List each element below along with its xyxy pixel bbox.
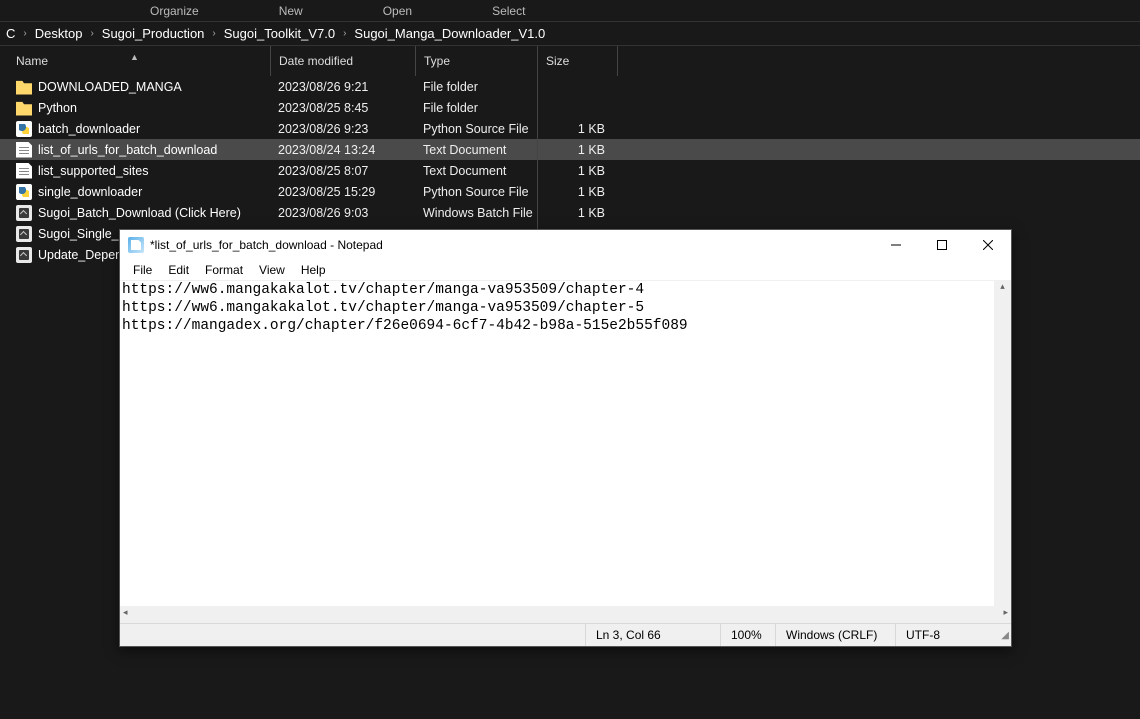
toolbar-organize[interactable]: Organize	[0, 4, 239, 18]
menu-help[interactable]: Help	[294, 262, 333, 278]
sort-ascending-icon: ▲	[130, 52, 139, 62]
toolbar-new[interactable]: New	[239, 4, 343, 18]
horizontal-scrollbar[interactable]	[120, 606, 1011, 623]
file-size: 1 KB	[537, 202, 617, 223]
header-type[interactable]: Type	[415, 46, 537, 76]
file-date: 2023/08/26 9:03	[270, 202, 415, 223]
status-encoding: UTF-8	[895, 624, 995, 646]
minimize-button[interactable]	[873, 230, 919, 260]
close-button[interactable]	[965, 230, 1011, 260]
file-date: 2023/08/26 9:21	[270, 76, 415, 97]
notepad-body: https://ww6.mangakakalot.tv/chapter/mang…	[120, 280, 1011, 623]
file-name: Python	[38, 101, 77, 115]
file-name: DOWNLOADED_MANGA	[38, 80, 182, 94]
file-name: list_supported_sites	[38, 164, 148, 178]
chevron-right-icon: ›	[21, 28, 28, 39]
breadcrumb-segment[interactable]: C	[0, 26, 21, 41]
file-date: 2023/08/26 9:23	[270, 118, 415, 139]
chevron-right-icon: ›	[210, 28, 217, 39]
menu-view[interactable]: View	[252, 262, 292, 278]
table-row[interactable]: Python 2023/08/25 8:45File folder	[0, 97, 1140, 118]
bat-icon	[16, 226, 32, 242]
py-icon	[16, 121, 32, 137]
file-type: File folder	[415, 76, 537, 97]
file-type: Text Document	[415, 139, 537, 160]
table-row[interactable]: single_downloader 2023/08/25 15:29Python …	[0, 181, 1140, 202]
menu-edit[interactable]: Edit	[161, 262, 196, 278]
table-row[interactable]: list_supported_sites 2023/08/25 8:07Text …	[0, 160, 1140, 181]
notepad-title: *list_of_urls_for_batch_download - Notep…	[150, 238, 873, 252]
notepad-statusbar: Ln 3, Col 66 100% Windows (CRLF) UTF-8 ◢	[120, 623, 1011, 646]
notepad-textarea[interactable]: https://ww6.mangakakalot.tv/chapter/mang…	[120, 281, 1011, 335]
menu-format[interactable]: Format	[198, 262, 250, 278]
file-size: 1 KB	[537, 118, 617, 139]
file-size: 1 KB	[537, 160, 617, 181]
file-size	[537, 97, 617, 118]
table-row[interactable]: DOWNLOADED_MANGA 2023/08/26 9:21File fold…	[0, 76, 1140, 97]
maximize-button[interactable]	[919, 230, 965, 260]
table-row[interactable]: batch_downloader 2023/08/26 9:23Python So…	[0, 118, 1140, 139]
notepad-menubar: FileEditFormatViewHelp	[120, 260, 1011, 280]
txt-icon	[16, 142, 32, 158]
resize-grip-icon[interactable]: ◢	[995, 624, 1011, 646]
header-date-label: Date modified	[279, 54, 353, 68]
toolbar-open[interactable]: Open	[343, 4, 452, 18]
explorer-toolbar: Organize New Open Select	[0, 0, 1140, 22]
file-type: Python Source File	[415, 181, 537, 202]
header-name-label: Name	[16, 54, 48, 68]
file-name: batch_downloader	[38, 122, 140, 136]
header-date[interactable]: Date modified	[270, 46, 415, 76]
file-name: single_downloader	[38, 185, 142, 199]
header-size-label: Size	[546, 54, 569, 68]
file-type: Python Source File	[415, 118, 537, 139]
file-date: 2023/08/24 13:24	[270, 139, 415, 160]
breadcrumb-segment[interactable]: Sugoi_Production	[96, 26, 211, 41]
file-date: 2023/08/25 8:07	[270, 160, 415, 181]
status-zoom: 100%	[720, 624, 775, 646]
file-name: Sugoi_Batch_Download (Click Here)	[38, 206, 241, 220]
toolbar-select[interactable]: Select	[452, 4, 565, 18]
breadcrumb-segment[interactable]: Sugoi_Toolkit_V7.0	[218, 26, 341, 41]
file-size	[537, 76, 617, 97]
file-size: 1 KB	[537, 139, 617, 160]
notepad-window[interactable]: *list_of_urls_for_batch_download - Notep…	[119, 229, 1012, 647]
notepad-titlebar[interactable]: *list_of_urls_for_batch_download - Notep…	[120, 230, 1011, 260]
file-size: 1 KB	[537, 181, 617, 202]
status-lineending: Windows (CRLF)	[775, 624, 895, 646]
breadcrumb[interactable]: C›Desktop›Sugoi_Production›Sugoi_Toolkit…	[0, 22, 1140, 46]
file-type: File folder	[415, 97, 537, 118]
file-type: Text Document	[415, 160, 537, 181]
txt-icon	[16, 163, 32, 179]
header-size[interactable]: Size	[537, 46, 617, 76]
table-row[interactable]: list_of_urls_for_batch_download 2023/08/2…	[0, 139, 1140, 160]
bat-icon	[16, 205, 32, 221]
table-row[interactable]: Sugoi_Batch_Download (Click Here) 2023/08…	[0, 202, 1140, 223]
breadcrumb-segment[interactable]: Desktop	[29, 26, 89, 41]
file-type: Windows Batch File	[415, 202, 537, 223]
file-date: 2023/08/25 8:45	[270, 97, 415, 118]
folder-icon	[16, 100, 32, 116]
menu-file[interactable]: File	[126, 262, 159, 278]
file-date: 2023/08/25 15:29	[270, 181, 415, 202]
header-name[interactable]: Name ▲	[0, 54, 270, 68]
file-name: list_of_urls_for_batch_download	[38, 143, 217, 157]
notepad-icon	[128, 237, 144, 253]
vertical-scrollbar[interactable]	[994, 281, 1011, 606]
column-headers: Name ▲ Date modified Type Size	[0, 46, 1140, 76]
breadcrumb-segment[interactable]: Sugoi_Manga_Downloader_V1.0	[348, 26, 551, 41]
bat-icon	[16, 247, 32, 263]
chevron-right-icon: ›	[88, 28, 95, 39]
folder-icon	[16, 79, 32, 95]
chevron-right-icon: ›	[341, 28, 348, 39]
file-name: Update_Depend	[38, 248, 129, 262]
header-type-label: Type	[424, 54, 450, 68]
py-icon	[16, 184, 32, 200]
status-position: Ln 3, Col 66	[585, 624, 720, 646]
